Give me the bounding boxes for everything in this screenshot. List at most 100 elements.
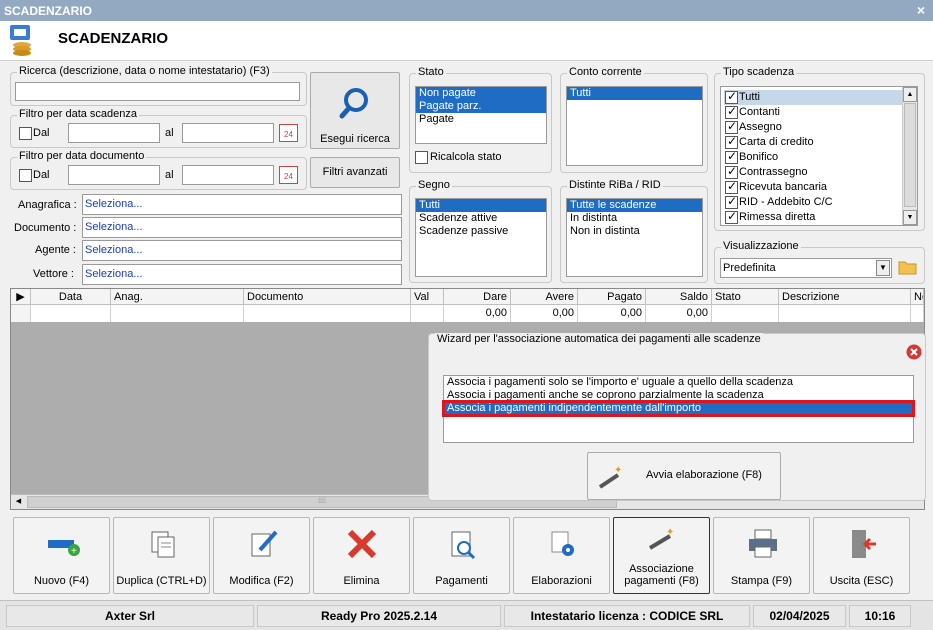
column-header[interactable]: Data [31, 289, 111, 305]
column-header[interactable]: Saldo [646, 289, 712, 305]
duplicate-button[interactable]: Duplica (CTRL+D) [113, 517, 210, 594]
stato-list[interactable]: Non pagate Pagate parz. Pagate [415, 86, 547, 144]
tipo-item[interactable]: Rimessa diretta [739, 211, 815, 223]
scroll-up-icon[interactable]: ▲ [903, 87, 917, 102]
associate-payments-button[interactable]: ✦ Associazione pagamenti (F8) [613, 517, 710, 594]
column-header[interactable]: No [911, 289, 924, 305]
processing-button[interactable]: Elaborazioni [513, 517, 610, 594]
tipo-item[interactable]: RID - Addebito C/C [739, 196, 833, 208]
tipo-scrollbar[interactable]: ▲ ▼ [902, 87, 917, 225]
tipo-checkbox[interactable] [725, 164, 738, 179]
filter-due-checkbox[interactable] [19, 127, 32, 140]
list-item[interactable]: In distinta [567, 212, 702, 225]
duplicate-icon [151, 531, 175, 558]
search-group: Ricerca (descrizione, data o nome intest… [10, 65, 307, 106]
print-button[interactable]: Stampa (F9) [713, 517, 810, 594]
column-header[interactable]: Avere [511, 289, 578, 305]
close-icon[interactable]: × [917, 2, 925, 18]
list-item[interactable]: Pagate parz. [416, 100, 546, 113]
svg-text:✦: ✦ [614, 465, 622, 476]
totals-cell [111, 305, 244, 322]
filter-due-to-field[interactable] [182, 123, 274, 143]
list-item[interactable]: Scadenze attive [416, 212, 546, 225]
calendar-icon[interactable]: 24 [279, 166, 298, 184]
visualizzazione-group: Visualizzazione Predefinita ▼ [714, 240, 925, 284]
scroll-down-icon[interactable]: ▼ [903, 210, 917, 225]
filter-doc-from-field[interactable] [68, 165, 160, 185]
conto-list[interactable]: Tutti [566, 86, 703, 166]
status-license: Intestatario licenza : CODICE SRL [504, 605, 750, 627]
tipo-item[interactable]: Ricevuta bancaria [739, 181, 827, 193]
chevron-down-icon[interactable]: ▼ [876, 260, 890, 276]
column-header[interactable]: Pagato [578, 289, 646, 305]
folder-icon[interactable] [898, 258, 918, 276]
tipo-item[interactable]: Assegno [739, 121, 782, 133]
column-header[interactable]: Documento [244, 289, 411, 305]
run-wizard-button[interactable]: ✦ Avvia elaborazione (F8) [587, 452, 781, 500]
agente-field[interactable]: Seleziona... [82, 240, 402, 261]
recalc-checkbox[interactable] [415, 151, 428, 164]
tipo-checkbox[interactable] [725, 194, 738, 209]
segno-list[interactable]: Tutti Scadenze attive Scadenze passive [415, 198, 547, 277]
filter-doc-checkbox[interactable] [19, 169, 32, 182]
list-item[interactable]: Non pagate [416, 87, 546, 100]
scroll-left-icon[interactable]: ◀ [11, 495, 26, 509]
tipo-item[interactable]: Contanti [739, 106, 780, 118]
wizard-option[interactable]: Associa i pagamenti anche se coprono par… [444, 389, 913, 402]
tipo-checkbox[interactable] [725, 134, 738, 149]
advanced-filters-button[interactable]: Filtri avanzati [310, 157, 400, 188]
column-header[interactable]: Stato [712, 289, 779, 305]
execute-search-button[interactable]: Esegui ricerca [310, 72, 400, 149]
vettore-field[interactable]: Seleziona... [82, 264, 402, 285]
totals-cell [911, 305, 924, 322]
tipo-item[interactable]: Bonifico [739, 151, 778, 163]
list-item[interactable]: Tutti [567, 87, 702, 100]
column-header[interactable]: Dare [444, 289, 511, 305]
tipo-item[interactable]: Contrassegno [739, 166, 808, 178]
list-item[interactable]: Tutti [416, 199, 546, 212]
new-card-icon: + [48, 540, 80, 557]
visualizzazione-select[interactable]: Predefinita [720, 258, 892, 278]
tipo-list[interactable]: Tutti Contanti Assegno Carta di credito … [720, 86, 918, 226]
filter-doc-label: Filtro per data documento [17, 150, 147, 162]
edit-button[interactable]: Modifica (F2) [213, 517, 310, 594]
column-header[interactable]: Descrizione [779, 289, 911, 305]
list-item[interactable]: Pagate [416, 113, 546, 126]
list-item[interactable]: Scadenze passive [416, 225, 546, 238]
scroll-thumb[interactable] [904, 103, 916, 207]
documento-field[interactable]: Seleziona... [82, 217, 402, 238]
totals-avere: 0,00 [511, 305, 578, 322]
column-header[interactable]: Anag. [111, 289, 244, 305]
close-circle-icon[interactable] [906, 344, 922, 360]
tipo-item[interactable]: Carta di credito [739, 136, 814, 148]
filter-doc-to-field[interactable] [182, 165, 274, 185]
delete-button[interactable]: Elimina [313, 517, 410, 594]
tipo-checkbox[interactable] [725, 89, 738, 104]
exit-button[interactable]: Uscita (ESC) [813, 517, 910, 594]
column-header[interactable]: Val [411, 289, 444, 305]
tipo-checkbox[interactable] [725, 209, 738, 224]
list-item[interactable]: Tutte le scadenze [567, 199, 702, 212]
tipo-checkbox[interactable] [725, 179, 738, 194]
wizard-options-list[interactable]: Associa i pagamenti solo se l'importo e'… [442, 375, 915, 443]
filter-due-from-field[interactable] [68, 123, 160, 143]
search-input[interactable] [15, 82, 300, 101]
calendar-icon[interactable]: 24 [279, 124, 298, 142]
tipo-item[interactable]: Tutti [739, 91, 760, 103]
tipo-checkbox[interactable] [725, 104, 738, 119]
list-item[interactable]: Non in distinta [567, 225, 702, 238]
processing-label: Elaborazioni [531, 575, 592, 587]
distinte-list[interactable]: Tutte le scadenze In distinta Non in dis… [566, 198, 703, 277]
new-button[interactable]: + Nuovo (F4) [13, 517, 110, 594]
wizard-option[interactable]: Associa i pagamenti solo se l'importo e'… [444, 376, 913, 389]
wizard-option-selected[interactable]: Associa i pagamenti indipendentemente da… [442, 400, 915, 417]
totals-cell [411, 305, 444, 322]
tipo-checkbox[interactable] [725, 149, 738, 164]
segno-group: Segno Tutti Scadenze attive Scadenze pas… [409, 179, 552, 283]
totals-pagato: 0,00 [578, 305, 646, 322]
totals-cell [244, 305, 411, 322]
payments-button[interactable]: Pagamenti [413, 517, 510, 594]
tipo-group: Tipo scadenza Tutti Contanti Assegno Car… [714, 66, 925, 231]
tipo-checkbox[interactable] [725, 119, 738, 134]
anagrafica-field[interactable]: Seleziona... [82, 194, 402, 215]
